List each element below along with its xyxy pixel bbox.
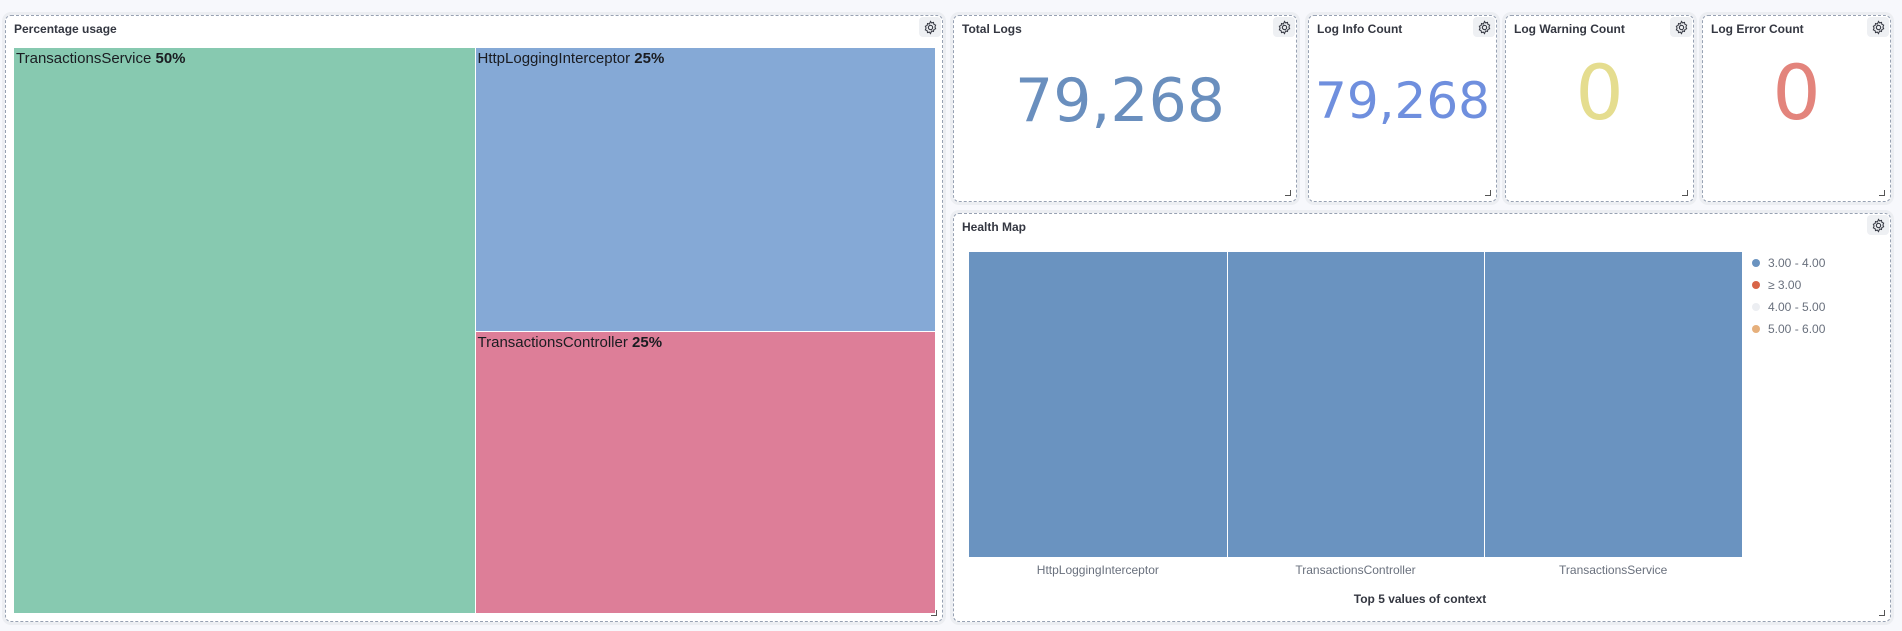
gear-icon [1478, 19, 1490, 35]
panel-log-warning-count: Log Warning Count 0 [1505, 15, 1694, 202]
tile-label: TransactionsService [16, 50, 156, 67]
panel-options-button[interactable] [1473, 17, 1495, 37]
tile-percentage: 25% [634, 50, 665, 67]
treemap-tile[interactable]: HttpLoggingInterceptor 25% [475, 48, 935, 331]
tile-label: TransactionsController [477, 333, 633, 351]
panel-options-button[interactable] [919, 17, 941, 37]
resize-handle[interactable] [1879, 610, 1885, 616]
legend-item[interactable]: 5.00 - 6.00 [1752, 322, 1825, 336]
gear-icon [1872, 19, 1884, 35]
panel-options-button[interactable] [1670, 17, 1692, 37]
legend-item[interactable]: 4.00 - 5.00 [1752, 300, 1825, 314]
legend-item[interactable]: ≥ 3.00 [1752, 278, 1801, 292]
legend-label: 5.00 - 6.00 [1768, 322, 1826, 336]
heatmap-cell[interactable] [969, 252, 1227, 557]
gear-icon [1675, 19, 1687, 35]
legend-label: ≥ 3.00 [1768, 278, 1802, 292]
legend-color-dot [1752, 281, 1760, 289]
resize-handle[interactable] [1682, 190, 1688, 196]
tile-percentage: 50% [155, 50, 186, 67]
metric-value: 79,268 [1015, 66, 1225, 136]
panel-title: Log Warning Count [1514, 22, 1625, 36]
x-axis-title: Top 5 values of context [1353, 592, 1487, 606]
panel-title: Log Info Count [1317, 22, 1403, 36]
metric-value: 0 [1575, 48, 1624, 137]
metric-value: 79,268 [1315, 72, 1490, 130]
x-tick-label: TransactionsController [1295, 563, 1416, 577]
gear-icon [1278, 19, 1290, 35]
gear-icon [924, 19, 936, 35]
panel-log-error-count: Log Error Count 0 [1702, 15, 1891, 202]
legend-item[interactable]: 3.00 - 4.00 [1752, 256, 1825, 270]
panel-options-button[interactable] [1273, 17, 1295, 37]
panel-title: Log Error Count [1711, 22, 1804, 36]
tile-label: HttpLoggingInterceptor [477, 50, 635, 67]
panel-title: Percentage usage [14, 22, 117, 36]
panel-title: Health Map [962, 220, 1027, 234]
legend-color-dot [1752, 259, 1760, 267]
panel-options-button[interactable] [1867, 215, 1889, 235]
gear-icon [1872, 217, 1884, 233]
treemap-tile[interactable]: TransactionsController 25% [475, 331, 935, 613]
panel-options-button[interactable] [1867, 17, 1889, 37]
panel-title: Total Logs [962, 22, 1022, 36]
resize-handle[interactable] [1285, 190, 1291, 196]
heatmap-cell[interactable] [1485, 252, 1742, 557]
panel-log-info-count: Log Info Count 79,268 [1308, 15, 1497, 202]
resize-handle[interactable] [1485, 190, 1491, 196]
legend-color-dot [1752, 325, 1760, 333]
metric-value: 0 [1772, 48, 1821, 137]
x-tick-label: TransactionsService [1559, 563, 1668, 577]
legend-label: 4.00 - 5.00 [1768, 300, 1826, 314]
legend-color-dot [1752, 303, 1760, 311]
panel-total-logs: Total Logs 79,268 [953, 15, 1297, 202]
x-tick-label: HttpLoggingInterceptor [1036, 563, 1159, 577]
treemap-tile[interactable]: TransactionsService 50% [14, 48, 475, 613]
heatmap-cell[interactable] [1227, 252, 1485, 557]
tile-percentage: 25% [632, 333, 663, 351]
legend-label: 3.00 - 4.00 [1768, 256, 1826, 270]
resize-handle[interactable] [1879, 190, 1885, 196]
